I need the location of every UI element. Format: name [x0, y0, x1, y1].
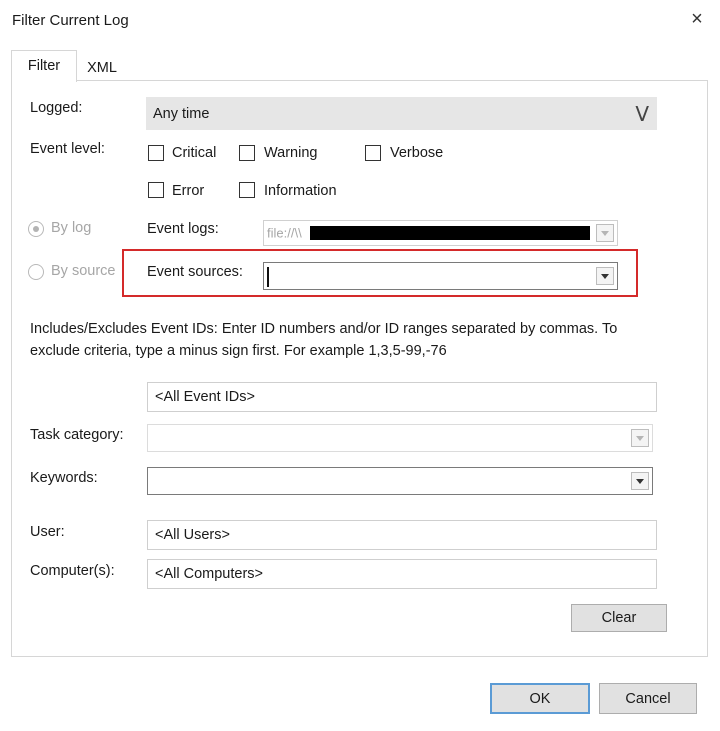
- task-category-label: Task category:: [30, 427, 124, 443]
- close-icon[interactable]: ×: [686, 8, 708, 30]
- information-label: Information: [264, 183, 337, 199]
- tab-xml[interactable]: XML: [78, 53, 126, 83]
- event-ids-input[interactable]: <All Event IDs>: [147, 382, 657, 412]
- cancel-button[interactable]: Cancel: [599, 683, 697, 714]
- warning-checkbox[interactable]: [239, 145, 255, 161]
- computers-input[interactable]: <All Computers>: [147, 559, 657, 589]
- radio-selected-dot: [33, 226, 39, 232]
- event-sources-label: Event sources:: [147, 264, 243, 280]
- logged-label: Logged:: [30, 100, 83, 116]
- critical-checkbox[interactable]: [148, 145, 164, 161]
- task-category-field[interactable]: [147, 424, 653, 452]
- logged-dropdown[interactable]: Any time V: [146, 97, 657, 130]
- ok-button[interactable]: OK: [490, 683, 590, 714]
- task-category-dropdown-button[interactable]: [631, 429, 649, 447]
- event-level-label: Event level:: [30, 141, 105, 157]
- event-sources-field[interactable]: [263, 262, 618, 290]
- error-label: Error: [172, 183, 205, 199]
- ok-button-label: OK: [529, 690, 551, 707]
- verbose-checkbox[interactable]: [365, 145, 381, 161]
- event-logs-dropdown-button[interactable]: [596, 224, 614, 242]
- chevron-down-icon: [636, 479, 644, 484]
- event-logs-field[interactable]: file://\\: [263, 220, 618, 246]
- user-value: <All Users>: [155, 527, 230, 543]
- event-ids-value: <All Event IDs>: [155, 389, 255, 405]
- user-input[interactable]: <All Users>: [147, 520, 657, 550]
- by-source-radio[interactable]: [28, 264, 44, 280]
- keywords-label: Keywords:: [30, 470, 98, 486]
- by-log-radio[interactable]: [28, 221, 44, 237]
- redacted-path: [310, 226, 590, 240]
- computers-value: <All Computers>: [155, 566, 263, 582]
- text-cursor: [267, 267, 269, 287]
- verbose-label: Verbose: [390, 145, 444, 161]
- warning-label: Warning: [264, 145, 318, 161]
- dialog-title: Filter Current Log: [12, 12, 129, 29]
- keywords-dropdown-button[interactable]: [631, 472, 649, 490]
- event-sources-dropdown-button[interactable]: [596, 267, 614, 285]
- by-source-label: By source: [51, 263, 116, 279]
- computers-label: Computer(s):: [30, 563, 115, 579]
- cancel-button-label: Cancel: [625, 690, 671, 707]
- user-label: User:: [30, 524, 65, 540]
- logged-value: Any time: [153, 105, 210, 122]
- chevron-down-icon: [636, 436, 644, 441]
- information-checkbox[interactable]: [239, 182, 255, 198]
- critical-label: Critical: [172, 145, 217, 161]
- clear-button[interactable]: Clear: [571, 604, 667, 632]
- event-logs-label: Event logs:: [147, 221, 219, 237]
- chevron-down-icon: V: [635, 101, 649, 126]
- event-ids-description: Includes/Excludes Event IDs: Enter ID nu…: [30, 321, 618, 359]
- chevron-down-icon: [601, 274, 609, 279]
- error-checkbox[interactable]: [148, 182, 164, 198]
- chevron-down-icon: [601, 231, 609, 236]
- by-log-label: By log: [51, 220, 92, 236]
- event-logs-value: file://\\: [267, 225, 302, 241]
- keywords-field[interactable]: [147, 467, 653, 495]
- clear-button-label: Clear: [601, 610, 637, 626]
- tab-filter[interactable]: Filter: [11, 50, 77, 82]
